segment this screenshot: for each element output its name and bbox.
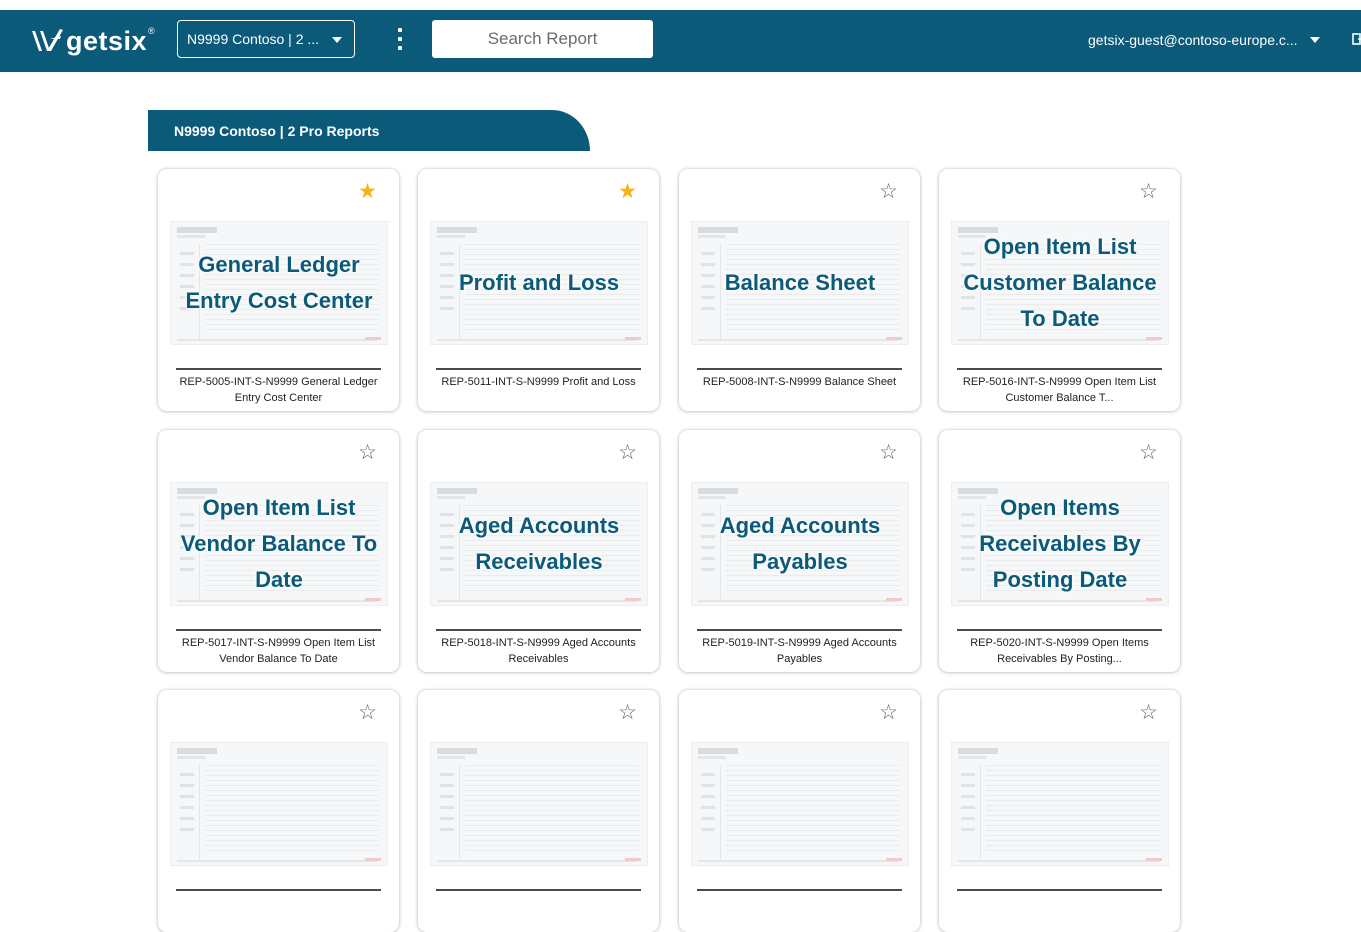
thumbnail-label: Open Item List Vendor Balance To Date [180,495,378,592]
search-report-input[interactable] [432,20,653,58]
report-thumbnail[interactable]: Open Items Receivables By Posting Date [951,482,1169,606]
report-title[interactable]: REP-5005-INT-S-N9999 General Ledger Entr… [178,374,379,406]
getsix-logo[interactable]: getsix ® [30,24,155,58]
favorite-star-filled-icon[interactable]: ★ [358,181,377,202]
favorite-star-outline-icon[interactable]: ☆ [618,702,637,723]
report-card[interactable]: ☆ Aged Accounts Receivables REP-5018-INT-S… [418,430,659,672]
report-title[interactable]: REP-5011-INT-S-N9999 Profit and Loss [438,374,639,390]
report-card[interactable]: ☆ Open Item List Vendor Balance To Date RE… [158,430,399,672]
card-divider [697,629,902,631]
card-divider [176,889,381,891]
report-thumbnail[interactable]: General Ledger Entry Cost Center [170,221,388,345]
report-title[interactable]: REP-5017-INT-S-N9999 Open Item List Vend… [178,635,379,667]
card-divider [697,889,902,891]
report-title[interactable]: REP-5016-INT-S-N9999 Open Item List Cust… [959,374,1160,406]
logo-text: getsix [66,25,148,56]
client-selector-value: N9999 Contoso | 2 ... [187,31,320,47]
report-card[interactable]: ☆ [158,690,399,932]
report-thumbnail[interactable]: Profit and Loss [430,221,648,345]
report-card[interactable]: ☆ [418,690,659,932]
report-title[interactable]: REP-5018-INT-S-N9999 Aged Accounts Recei… [438,635,639,667]
card-divider [957,629,1162,631]
top-navigation-bar: getsix® N9999 Contoso | 2 ... getsix-gue… [0,10,1361,72]
favorite-star-outline-icon[interactable]: ☆ [879,702,898,723]
report-thumbnail[interactable]: Balance Sheet [691,221,909,345]
report-title[interactable]: REP-5019-INT-S-N9999 Aged Accounts Payab… [699,635,900,667]
card-divider [957,368,1162,370]
favorite-star-outline-icon[interactable]: ☆ [879,181,898,202]
card-divider [697,368,902,370]
report-card[interactable]: ☆ Open Item List Customer Balance To Date… [939,169,1180,411]
thumbnail-label: Profit and Loss [458,270,620,295]
thumbnail-label [952,743,1168,865]
user-menu[interactable]: getsix-guest@contoso-europe.c... [1088,32,1320,48]
favorite-star-filled-icon[interactable]: ★ [618,181,637,202]
thumbnail-label [171,743,387,865]
report-card[interactable]: ☆ Aged Accounts Payables REP-5019-INT-S-N9… [679,430,920,672]
thumbnail-label [431,743,647,865]
user-email: getsix-guest@contoso-europe.c... [1088,32,1298,48]
report-title[interactable]: REP-5020-INT-S-N9999 Open Items Receivab… [959,635,1160,667]
caret-down-icon [1309,37,1320,43]
caret-down-icon [332,37,342,43]
thumbnail-label: Aged Accounts Receivables [458,513,620,574]
report-card[interactable]: ☆ [939,690,1180,932]
report-card[interactable]: ★ General Ledger Entry Cost Center REP-500… [158,169,399,411]
thumbnail-label: Open Items Receivables By Posting Date [979,495,1141,592]
report-thumbnail[interactable]: Aged Accounts Receivables [430,482,648,606]
favorite-star-outline-icon[interactable]: ☆ [358,702,377,723]
report-card[interactable]: ☆ Open Items Receivables By Posting Date R… [939,430,1180,672]
report-thumbnail[interactable] [951,742,1169,866]
card-divider [436,889,641,891]
report-card[interactable]: ☆ [679,690,920,932]
thumbnail-label: Balance Sheet [724,270,876,295]
report-thumbnail[interactable]: Open Item List Vendor Balance To Date [170,482,388,606]
report-title[interactable]: REP-5008-INT-S-N9999 Balance Sheet [699,374,900,390]
report-thumbnail[interactable] [691,742,909,866]
report-thumbnail[interactable]: Open Item List Customer Balance To Date [951,221,1169,345]
favorite-star-outline-icon[interactable]: ☆ [1139,181,1158,202]
logout-icon[interactable] [1352,32,1361,46]
card-divider [436,368,641,370]
favorite-star-outline-icon[interactable]: ☆ [358,442,377,463]
getsix-logo-icon [32,29,63,51]
registered-mark: ® [148,26,156,36]
favorite-star-outline-icon[interactable]: ☆ [1139,702,1158,723]
favorite-star-outline-icon[interactable]: ☆ [1139,442,1158,463]
more-options-icon[interactable] [394,28,406,50]
thumbnail-label [692,743,908,865]
thumbnail-label: General Ledger Entry Cost Center [185,252,373,313]
client-selector-dropdown[interactable]: N9999 Contoso | 2 ... [177,20,355,58]
favorite-star-outline-icon[interactable]: ☆ [618,442,637,463]
thumbnail-label: Open Item List Customer Balance To Date [963,234,1157,331]
report-card[interactable]: ★ Profit and Loss REP-5011-INT-S-N9999 Pro… [418,169,659,411]
report-group-header: N9999 Contoso | 2 Pro Reports [148,110,590,151]
report-card[interactable]: ☆ Balance Sheet REP-5008-INT-S-N9999 Balan… [679,169,920,411]
card-divider [436,629,641,631]
favorite-star-outline-icon[interactable]: ☆ [879,442,898,463]
card-divider [957,889,1162,891]
report-group-title: N9999 Contoso | 2 Pro Reports [174,122,380,139]
report-thumbnail[interactable] [430,742,648,866]
card-divider [176,629,381,631]
card-divider [176,368,381,370]
report-thumbnail[interactable] [170,742,388,866]
thumbnail-label: Aged Accounts Payables [719,513,881,574]
report-thumbnail[interactable]: Aged Accounts Payables [691,482,909,606]
